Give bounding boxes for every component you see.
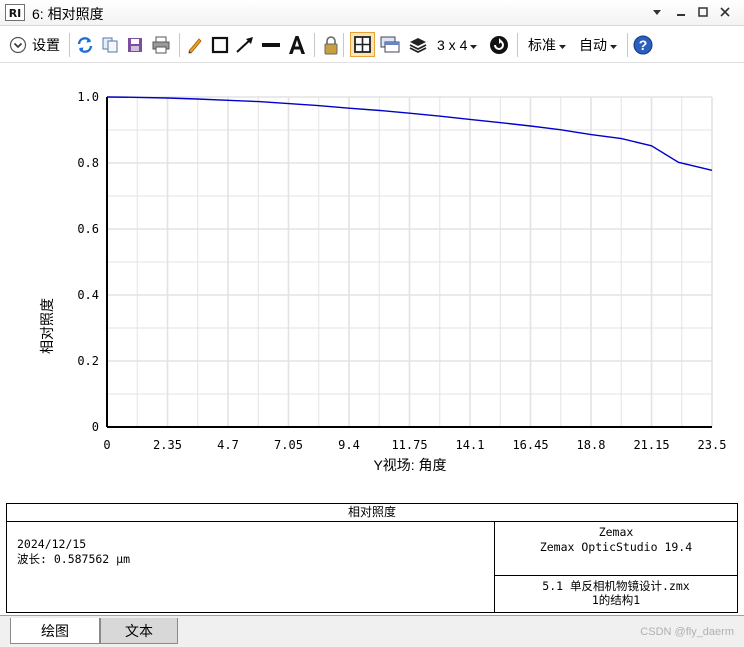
toolbar-divider	[343, 33, 344, 57]
y-tick-label: 1.0	[77, 90, 99, 104]
layout-dropdown[interactable]: 3 x 4	[437, 34, 478, 56]
window-stack-icon	[380, 35, 400, 55]
layout-label: 3 x 4	[437, 37, 468, 53]
arrow-button[interactable]	[235, 34, 255, 56]
chevron-down-circle-icon	[8, 35, 28, 55]
info-divider	[494, 575, 737, 576]
toolbar-divider	[179, 33, 180, 57]
dropdown-arrow-icon[interactable]	[648, 4, 666, 22]
help-icon: ?	[633, 35, 653, 55]
tab-text[interactable]: 文本	[100, 618, 178, 644]
minimize-icon[interactable]	[672, 4, 690, 22]
y-tick-label: 0.6	[77, 222, 99, 236]
info-header: 相对照度	[7, 504, 737, 522]
layout-active-button[interactable]	[350, 32, 375, 57]
x-tick-label: 16.45	[512, 438, 548, 452]
settings-label: 设置	[32, 37, 60, 53]
info-file: 5.1 单反相机物镜设计.zmx	[542, 579, 690, 593]
refresh-button[interactable]	[75, 34, 95, 56]
auto-label: 自动	[579, 37, 607, 53]
watermark: CSDN @fly_daerm	[640, 626, 734, 638]
title-bar: RI 6: 相对照度	[0, 0, 744, 26]
x-tick-label: 23.5	[698, 438, 727, 452]
chart-grid	[106, 96, 713, 428]
info-panel: 相对照度 2024/12/15 波长: 0.587562 µm Zemax Ze…	[6, 503, 738, 613]
x-tick-label: 14.1	[456, 438, 485, 452]
info-file-block: 5.1 单反相机物镜设计.zmx 1的结构1	[495, 579, 737, 607]
print-icon	[151, 35, 171, 55]
dropdown-arrow-icon	[559, 37, 566, 53]
rectangle-button[interactable]	[210, 34, 230, 56]
dropdown-arrow-icon	[470, 37, 478, 53]
pencil-button[interactable]	[185, 34, 205, 56]
maximize-icon[interactable]	[694, 4, 712, 22]
lock-button[interactable]	[321, 34, 341, 56]
rotate-icon	[489, 35, 509, 55]
x-tick-label: 18.8	[577, 438, 606, 452]
copy-icon	[100, 35, 120, 55]
auto-dropdown[interactable]: 自动	[579, 34, 617, 56]
window-title: 6: 相对照度	[32, 6, 104, 22]
close-icon[interactable]	[716, 4, 734, 22]
save-button[interactable]	[125, 34, 145, 56]
info-wavelength: 波长: 0.587562 µm	[17, 552, 131, 566]
refresh-icon	[75, 35, 95, 55]
app-icon: RI	[5, 4, 25, 21]
info-product: Zemax OpticStudio 19.4	[539, 540, 693, 554]
info-product-block: Zemax Zemax OpticStudio 19.4	[495, 525, 737, 555]
y-tick-label: 0.8	[77, 156, 99, 170]
svg-text:?: ?	[639, 37, 648, 53]
toolbar-divider	[314, 33, 315, 57]
line-button[interactable]	[261, 34, 281, 56]
x-tick-label: 11.75	[391, 438, 427, 452]
info-date: 2024/12/15	[17, 537, 87, 551]
dropdown-arrow-icon	[610, 37, 617, 53]
arrow-icon	[235, 35, 255, 55]
standard-dropdown[interactable]: 标准	[528, 34, 566, 56]
x-tick-labels: 0 2.35 4.7 7.05 9.4 11.75 14.1 16.45 18.8 21.15 23…	[103, 438, 726, 452]
lock-icon	[321, 35, 341, 55]
text-a-icon	[287, 35, 307, 55]
info-config: 1的结构1	[591, 593, 641, 607]
toolbar-divider	[627, 33, 628, 57]
layers-icon	[408, 35, 428, 55]
x-tick-label: 7.05	[274, 438, 303, 452]
chart: 0 2.35 4.7 7.05 9.4 11.75 14.1 16.45 18.8 21.15 23…	[39, 90, 726, 473]
y-axis-label: 相对照度	[39, 298, 55, 354]
standard-label: 标准	[528, 37, 556, 53]
x-tick-label: 4.7	[217, 438, 239, 452]
y-tick-labels: 0 0.2 0.4 0.6 0.8 1.0	[77, 90, 99, 434]
print-button[interactable]	[151, 34, 171, 56]
toolbar-divider	[69, 33, 70, 57]
text-tool-button[interactable]	[287, 34, 307, 56]
window-layout-button[interactable]	[380, 34, 400, 56]
rectangle-icon	[210, 35, 230, 55]
pencil-icon	[185, 35, 205, 55]
stack-button[interactable]	[408, 34, 428, 56]
x-tick-label: 2.35	[153, 438, 182, 452]
y-tick-label: 0.4	[77, 288, 99, 302]
line-icon	[261, 35, 281, 55]
toolbar-divider	[517, 33, 518, 57]
tab-graph[interactable]: 绘图	[10, 618, 100, 644]
help-button[interactable]: ?	[633, 34, 653, 56]
save-icon	[125, 35, 145, 55]
info-left: 2024/12/15 波长: 0.587562 µm	[17, 537, 130, 567]
x-tick-label: 0	[103, 438, 110, 452]
settings-button[interactable]: 设置	[8, 34, 60, 56]
x-tick-label: 9.4	[338, 438, 360, 452]
x-tick-label: 21.15	[633, 438, 669, 452]
x-axis-label: Y视场: 角度	[373, 457, 446, 473]
y-tick-label: 0.2	[77, 354, 99, 368]
rotate-button[interactable]	[489, 34, 509, 56]
bottom-tabs: 绘图 文本 CSDN @fly_daerm	[0, 615, 744, 647]
copy-button[interactable]	[100, 34, 120, 56]
y-tick-label: 0	[92, 420, 99, 434]
info-company: Zemax	[598, 525, 634, 539]
grid-layout-icon	[354, 36, 371, 53]
